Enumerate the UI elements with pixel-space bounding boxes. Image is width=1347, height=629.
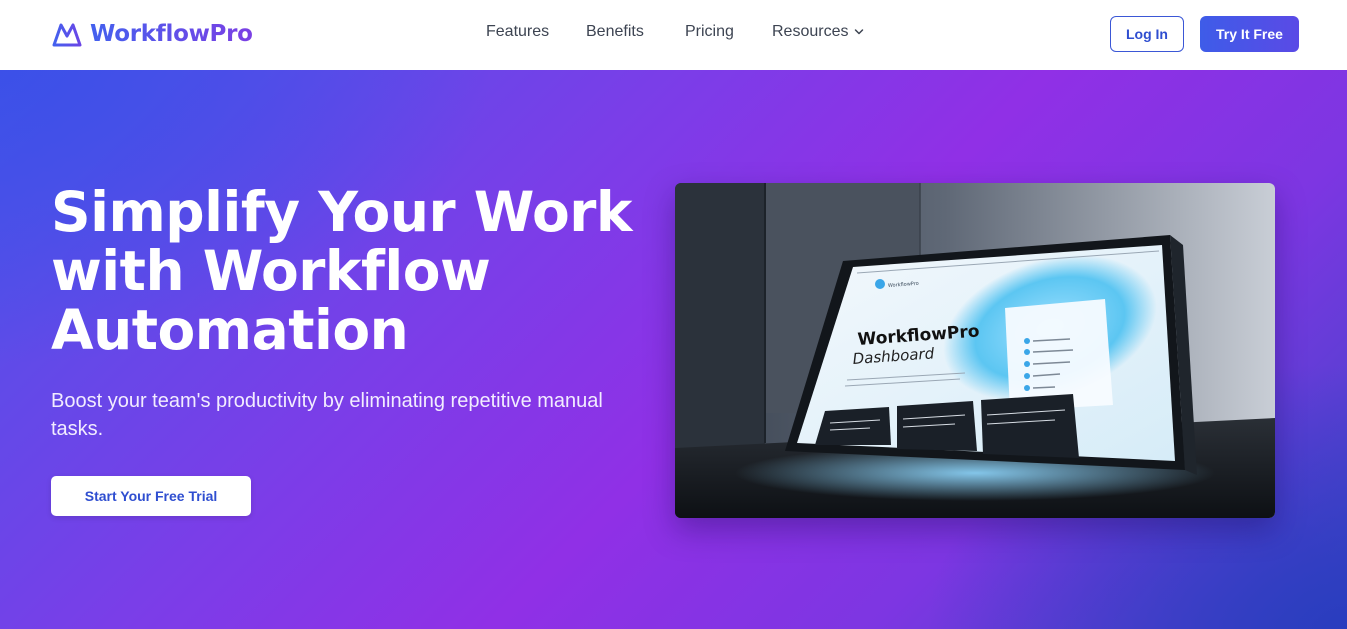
nav-features[interactable]: Features (486, 23, 549, 41)
nav-resources-label: Resources (772, 23, 849, 40)
brand-name: WorkflowPro (90, 21, 253, 47)
dashboard-tablet-image: WorkflowPro Dashboard WorkflowPro (675, 183, 1275, 518)
try-free-button[interactable]: Try It Free (1200, 16, 1299, 52)
chevron-down-icon (855, 29, 864, 35)
brand-logo[interactable]: WorkflowPro (52, 18, 253, 50)
login-button[interactable]: Log In (1110, 16, 1184, 52)
nav-benefits[interactable]: Benefits (586, 23, 644, 41)
hero-headline: Simplify Your Work with Workflow Automat… (51, 180, 632, 362)
mountain-logo-icon (52, 23, 82, 47)
site-header: WorkflowPro Features Benefits Pricing Re… (0, 0, 1347, 70)
nav-pricing[interactable]: Pricing (685, 23, 734, 41)
hero-subheadline: Boost your team's productivity by elimin… (51, 390, 603, 440)
tablet-photo-illustration: WorkflowPro Dashboard WorkflowPro (675, 183, 1275, 518)
nav-resources[interactable]: Resources (772, 23, 864, 41)
start-free-trial-button[interactable]: Start Your Free Trial (51, 476, 251, 516)
hero-section: Simplify Your Work with Workflow Automat… (0, 70, 1347, 629)
